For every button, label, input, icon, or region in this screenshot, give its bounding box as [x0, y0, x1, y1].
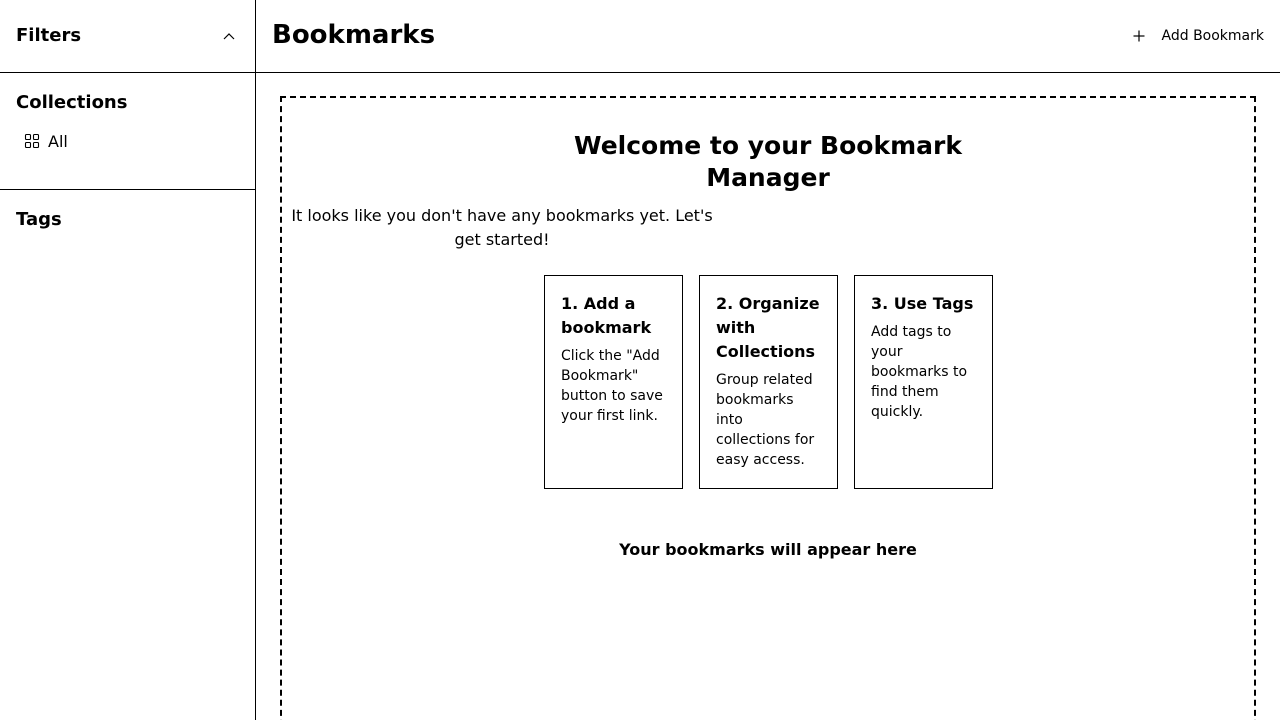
bookmark-manager-app: Filters Collections All Tags Bookmarks A…	[0, 0, 1280, 720]
collections-title: Collections	[16, 92, 128, 113]
step-description: Group related bookmarks into collections…	[716, 372, 815, 468]
empty-state-dropzone: Welcome to your Bookmark Manager It look…	[280, 96, 1256, 720]
onboarding-steps: 1. Add a bookmark Click the "Add Bookmar…	[544, 275, 993, 489]
sidebar: Filters Collections All Tags	[0, 0, 256, 720]
filters-title: Filters	[16, 24, 82, 46]
step-card-add-bookmark: 1. Add a bookmark Click the "Add Bookmar…	[544, 275, 683, 489]
tags-section: Tags	[0, 190, 255, 232]
add-bookmark-label: Add Bookmark	[1161, 28, 1264, 44]
collections-section: Collections All	[0, 73, 255, 190]
collection-label: All	[48, 131, 68, 151]
step-title: 1. Add a bookmark	[561, 294, 652, 337]
plus-icon	[1132, 29, 1146, 43]
step-title: 2. Organize with Collections	[716, 294, 820, 361]
welcome-subtitle: It looks like you don't have any bookmar…	[291, 206, 713, 249]
step-description: Click the "Add Bookmark" button to save …	[561, 348, 663, 424]
step-card-use-tags: 3. Use Tags Add tags to your bookmarks t…	[854, 275, 993, 489]
main-header: Bookmarks Add Bookmark	[256, 0, 1280, 73]
collection-item-all[interactable]: All	[16, 129, 239, 153]
step-title: 3. Use Tags	[871, 294, 974, 313]
page-title: Bookmarks	[272, 20, 436, 50]
welcome-title: Welcome to your Bookmark Manager	[574, 131, 962, 192]
step-card-organize-collections: 2. Organize with Collections Group relat…	[699, 275, 838, 489]
chevron-up-icon	[223, 33, 235, 40]
main-content: Bookmarks Add Bookmark Welcome to your B…	[256, 0, 1280, 720]
filters-header: Filters	[0, 0, 255, 73]
step-description: Add tags to your bookmarks to find them …	[871, 324, 968, 420]
collapse-filters-button[interactable]	[219, 26, 239, 46]
grid-icon	[24, 133, 40, 149]
tags-title: Tags	[16, 209, 62, 230]
add-bookmark-button[interactable]: Add Bookmark	[1116, 22, 1280, 50]
bookmarks-placeholder-text: Your bookmarks will appear here	[619, 540, 917, 559]
